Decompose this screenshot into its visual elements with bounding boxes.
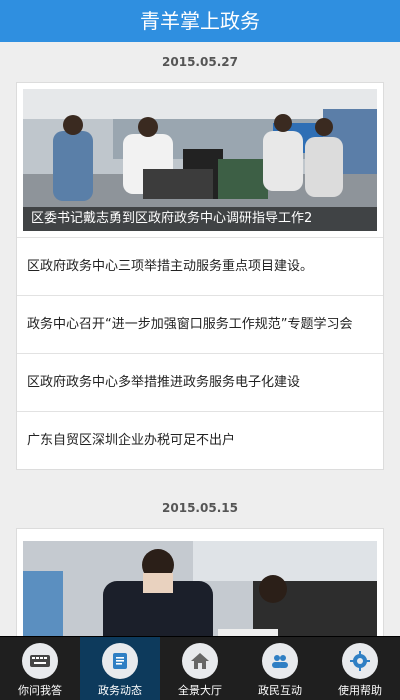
users-icon <box>262 643 298 679</box>
page-title: 青羊掌上政务 <box>0 0 400 42</box>
tab-interact[interactable]: 政民互动 <box>240 637 320 700</box>
hero-news-image[interactable]: 区委书记戴志勇到区政府政务中心调研指导工作2 <box>23 89 377 231</box>
news-item[interactable]: 广东自贸区深圳企业办税可足不出户 <box>17 411 383 469</box>
tab-label: 政民互动 <box>258 684 302 697</box>
tab-news[interactable]: 政务动态 <box>80 637 160 700</box>
news-item[interactable]: 区政府政务中心多举措推进政务服务电子化建设 <box>17 353 383 411</box>
news-icon <box>102 643 138 679</box>
bottom-tab-bar: 你问我答 政务动态 全景大厅 政民互动 使用帮助 <box>0 636 400 700</box>
date-header: 2015.05.15 <box>162 501 238 515</box>
news-item[interactable]: 政务中心召开“进一步加强窗口服务工作规范”专题学习会 <box>17 295 383 353</box>
hero-caption: 区委书记戴志勇到区政府政务中心调研指导工作2 <box>23 207 377 231</box>
tab-ask[interactable]: 你问我答 <box>0 637 80 700</box>
tab-label: 政务动态 <box>98 684 142 697</box>
date-header: 2015.05.27 <box>162 55 238 69</box>
tab-help[interactable]: 使用帮助 <box>320 637 400 700</box>
gear-icon <box>342 643 378 679</box>
office-photo <box>23 541 377 636</box>
news-feed[interactable]: 2015.05.27 区委书记戴志勇到区政府政务中心调研指导工作2 区政府政务中… <box>0 42 400 636</box>
home-icon <box>182 643 218 679</box>
news-item[interactable]: 区政府政务中心三项举措主动服务重点项目建设。 <box>17 237 383 295</box>
tab-label: 使用帮助 <box>338 684 382 697</box>
keyboard-icon <box>22 643 58 679</box>
tab-label: 全景大厅 <box>178 684 222 697</box>
tab-hall[interactable]: 全景大厅 <box>160 637 240 700</box>
news-card <box>16 528 384 636</box>
tab-label: 你问我答 <box>18 684 62 697</box>
news-card: 区委书记戴志勇到区政府政务中心调研指导工作2 区政府政务中心三项举措主动服务重点… <box>16 82 384 470</box>
hero-news-image[interactable] <box>23 541 377 636</box>
